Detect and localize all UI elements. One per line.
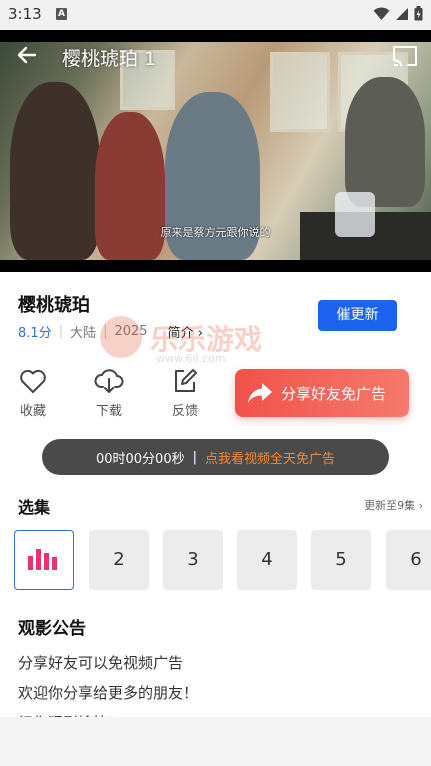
episode-item-1[interactable] (14, 530, 74, 590)
episode-item-4[interactable]: 4 (237, 530, 297, 590)
cloud-download-icon (94, 369, 124, 393)
episodes-update-link[interactable]: 更新至9集 › (364, 497, 423, 513)
heart-icon (20, 369, 46, 393)
notice-line: 欢迎你分享给更多的朋友！ (18, 684, 199, 702)
drama-region: 大陆 (70, 326, 97, 341)
drama-title: 樱桃琥珀 (18, 295, 90, 316)
share-ad-free-button[interactable]: 分享好友免广告 (235, 369, 409, 417)
notice-section: 观影公告 分享好友可以免视频广告 欢迎你分享给更多的朋友！ 祝你观影愉快！ (18, 614, 198, 733)
status-time: 3:13 (8, 5, 42, 23)
feedback-label: 反馈 (171, 404, 198, 419)
urge-update-button[interactable]: 催更新 (318, 300, 397, 331)
episode-item-3[interactable]: 3 (163, 530, 223, 590)
scene-window (270, 52, 330, 132)
share-label: 分享好友免广告 (281, 384, 387, 403)
battery-icon (414, 6, 423, 21)
video-subtitle: 原来是蔡方元跟你说的 (160, 226, 271, 239)
bottom-bar (0, 717, 431, 766)
drama-score: 8.1分 (18, 326, 52, 341)
app-indicator-icon: A (56, 8, 67, 20)
scene-person (345, 77, 425, 207)
watermark-logo-icon (100, 316, 142, 358)
video-player[interactable]: 原来是蔡方元跟你说的 樱桃琥珀 1 (0, 30, 431, 272)
episodes-label: 选集 (18, 498, 51, 517)
download-label: 下载 (95, 404, 122, 419)
meta-divider: | (58, 324, 64, 339)
video-title: 樱桃琥珀 1 (62, 48, 157, 70)
favorite-button[interactable]: 收藏 (13, 368, 53, 419)
wifi-icon (373, 7, 390, 20)
feedback-button[interactable]: 反馈 (165, 368, 205, 419)
episode-item-5[interactable]: 5 (311, 530, 371, 590)
system-icons (373, 6, 423, 21)
playing-bars-icon (28, 549, 57, 570)
episodes-header: 选集 更新至9集 › (18, 494, 423, 518)
notice-title: 观影公告 (18, 619, 86, 639)
share-arrow-icon (248, 383, 272, 403)
episode-item-6[interactable]: 6 (386, 530, 431, 590)
ad-free-bar[interactable]: 00时00分00秒 | 点我看视频全天免广告 (42, 439, 389, 475)
favorite-label: 收藏 (19, 404, 46, 419)
ad-separator: | (192, 449, 197, 465)
signal-icon (396, 7, 408, 20)
action-row: 收藏 下载 反馈 分享好友免广告 (0, 364, 431, 424)
ad-timer: 00时00分00秒 (95, 451, 185, 467)
ad-free-cta[interactable]: 点我看视频全天免广告 (205, 448, 335, 467)
download-button[interactable]: 下载 (89, 368, 129, 419)
back-arrow-icon[interactable] (15, 43, 39, 67)
episode-list: 2 3 4 5 6 (14, 530, 431, 590)
cast-screen-icon[interactable] (392, 45, 418, 67)
notice-line: 分享好友可以免视频广告 (18, 654, 184, 672)
episode-item-2[interactable]: 2 (89, 530, 149, 590)
edit-icon (175, 369, 197, 392)
status-bar: 3:13 A (0, 0, 431, 30)
